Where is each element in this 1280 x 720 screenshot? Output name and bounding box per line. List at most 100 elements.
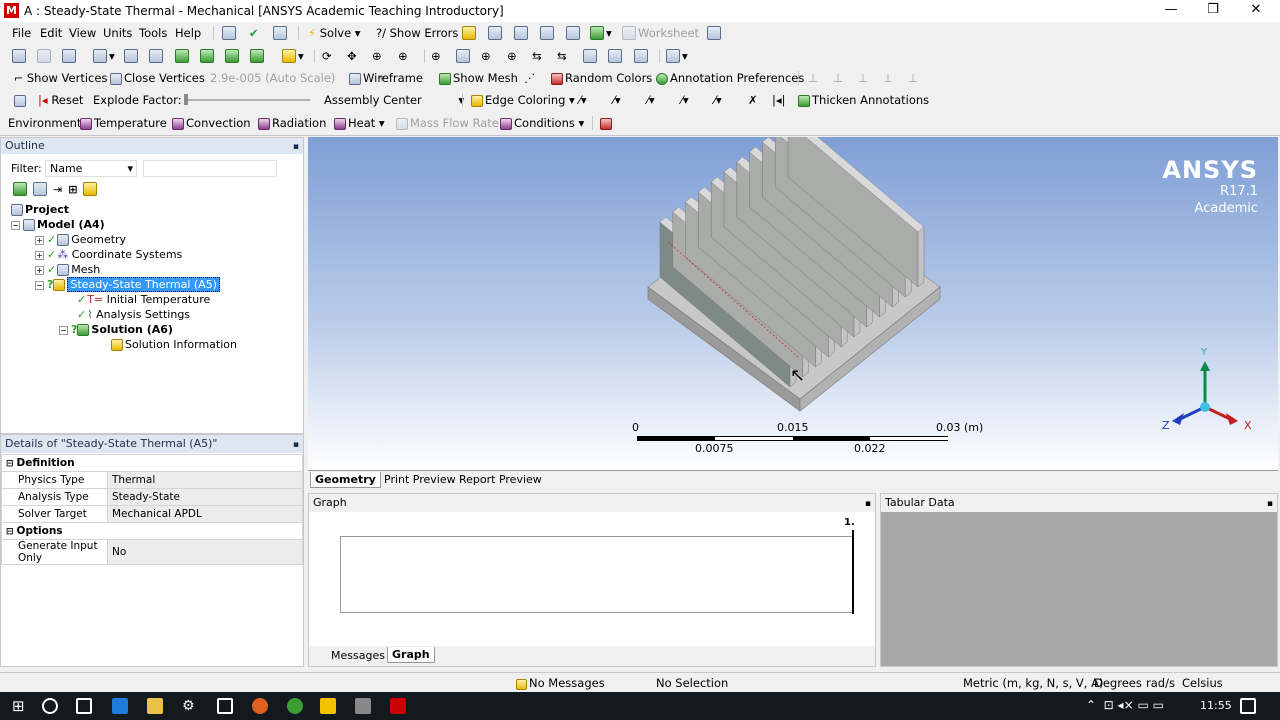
zoom-fit-icon[interactable]: ⊕ — [431, 48, 441, 64]
edge-tool-4-icon[interactable]: ⁄▾ — [681, 92, 689, 108]
chrome-icon[interactable] — [287, 698, 303, 714]
tree-icon[interactable] — [273, 25, 289, 41]
tab-print-preview[interactable]: Print Preview — [380, 472, 460, 488]
select-axes-icon[interactable] — [62, 48, 78, 64]
axes-icon[interactable]: ⋰ — [524, 70, 536, 86]
select-dropdown-icon[interactable]: ▾ — [93, 48, 115, 64]
node-select-icon[interactable] — [225, 48, 241, 64]
edge-tool-2-icon[interactable]: ⁄▾ — [613, 92, 621, 108]
pin-icon[interactable]: ▪ — [293, 139, 299, 155]
pin-icon[interactable]: ▪ — [865, 495, 871, 513]
settings-gear-icon[interactable]: ⚙ — [182, 698, 198, 714]
temperature-button[interactable]: Temperature — [80, 115, 167, 131]
details-row[interactable]: Generate Input Only No — [1, 539, 303, 565]
commands-icon[interactable] — [600, 115, 614, 131]
messages-status[interactable]: No Messages — [516, 676, 605, 690]
details-row[interactable]: Solver Target Mechanical APDL — [1, 505, 303, 523]
slider-handle[interactable] — [184, 94, 188, 105]
show-errors-button[interactable]: ?/ Show Errors — [376, 25, 458, 41]
expand-icon[interactable]: + — [35, 266, 44, 275]
store-icon[interactable] — [217, 698, 233, 714]
task-view-icon[interactable] — [76, 698, 92, 714]
details-row[interactable]: Analysis Type Steady-State — [1, 488, 303, 506]
collapse-icon[interactable]: − — [11, 221, 20, 230]
tag-icon[interactable] — [634, 48, 650, 64]
edge-coloring-button[interactable]: Edge Coloring ▾ — [471, 92, 575, 108]
folder-icon[interactable] — [83, 182, 98, 196]
tree-model[interactable]: − Model (A4) — [11, 217, 105, 232]
menu-file[interactable]: File — [12, 25, 31, 41]
tree-steady-state-thermal[interactable]: −? Steady-State Thermal (A5) — [35, 277, 220, 292]
solve-button[interactable]: ⚡ Solve ▾ — [308, 25, 361, 41]
print-icon[interactable] — [608, 48, 624, 64]
edit-icon[interactable] — [33, 182, 47, 196]
coordinate-triad[interactable] — [1158, 347, 1258, 437]
details-row[interactable]: Physics Type Thermal — [1, 471, 303, 489]
comment-icon[interactable] — [540, 25, 556, 41]
edge-select-icon[interactable] — [149, 48, 165, 64]
wireframe-button[interactable]: Wireframe — [349, 70, 423, 86]
text-icon[interactable] — [566, 25, 582, 41]
menu-edit[interactable]: Edit — [40, 25, 62, 41]
minimize-button[interactable]: — — [1150, 0, 1192, 22]
system-tray-icons[interactable]: ⌃ ⊡ ◂× ▭ ▭ — [1086, 698, 1164, 712]
tree-project[interactable]: Project — [11, 202, 69, 217]
tree-initial-temperature[interactable]: ✓T= Initial Temperature — [77, 292, 210, 307]
cortana-search-icon[interactable] — [42, 698, 58, 714]
rotate-icon[interactable]: ⟳ — [322, 48, 332, 64]
options-group[interactable]: ⊟ Options — [1, 522, 303, 540]
restore-button[interactable]: ❐ — [1192, 0, 1234, 22]
definition-group[interactable]: ⊟ Definition — [1, 454, 303, 472]
magnifier-icon[interactable]: ⊕ — [507, 48, 517, 64]
tree-solution[interactable]: −? Solution (A6) — [59, 322, 173, 337]
explode-factor-slider[interactable] — [186, 99, 310, 101]
show-mesh-button[interactable]: Show Mesh — [439, 70, 518, 86]
random-colors-button[interactable]: Random Colors — [551, 70, 652, 86]
face-select-icon[interactable] — [175, 48, 191, 64]
tab-graph[interactable]: Graph — [387, 647, 435, 663]
ansys-workbench-icon[interactable] — [320, 698, 336, 714]
add-icon[interactable]: ⊞ — [68, 183, 77, 196]
previous-view-icon[interactable]: ⇆ — [532, 48, 542, 64]
extend-icon[interactable]: ▾ — [282, 48, 304, 64]
collapse-icon[interactable]: − — [59, 326, 68, 335]
notifications-icon[interactable] — [1240, 698, 1256, 714]
next-view-icon[interactable]: ⇆ — [557, 48, 567, 64]
filter-search-input[interactable] — [143, 160, 277, 177]
expand-icon[interactable]: + — [35, 236, 44, 245]
assembly-center-dropdown[interactable]: Assembly Center ▾ — [324, 92, 464, 108]
filter-dropdown[interactable]: Name ▾ — [45, 160, 137, 177]
conditions-button[interactable]: Conditions ▾ — [500, 115, 584, 131]
select-point-icon[interactable] — [37, 48, 53, 64]
radiation-button[interactable]: Radiation — [258, 115, 326, 131]
graphics-viewport[interactable]: ANSYS R17.1 Academic ↖ 0 0.015 0.03 (m) … — [308, 137, 1278, 470]
expand-icon[interactable]: + — [35, 251, 44, 260]
expand-icon[interactable]: ⇥ — [53, 183, 62, 196]
zoom-box-icon[interactable] — [456, 48, 472, 64]
temperature-unit[interactable]: Celsius — [1182, 676, 1223, 690]
vertex-select-icon[interactable] — [124, 48, 140, 64]
command-icon[interactable] — [222, 25, 238, 41]
graph-plot-area[interactable] — [340, 536, 854, 613]
edge-tool-5-icon[interactable]: ⁄▾ — [714, 92, 722, 108]
report-icon[interactable] — [514, 25, 530, 41]
chart-icon[interactable] — [488, 25, 504, 41]
box-zoom-icon[interactable]: ⊕ — [398, 48, 408, 64]
help-pointer-icon[interactable] — [707, 25, 723, 41]
body-select-icon[interactable] — [200, 48, 216, 64]
refresh-icon[interactable] — [13, 182, 27, 196]
edge-tool-3-icon[interactable]: ⁄▾ — [647, 92, 655, 108]
edge-browser-icon[interactable] — [112, 698, 128, 714]
tab-report-preview[interactable]: Report Preview — [455, 472, 546, 488]
show-vertices-button[interactable]: ⌐ Show Vertices — [14, 70, 107, 86]
edge-tool-1-icon[interactable]: ⁄▾ — [579, 92, 587, 108]
tree-mesh[interactable]: + ✓ Mesh — [35, 262, 100, 277]
mechanical-taskbar-icon[interactable] — [390, 698, 406, 714]
pan-icon[interactable]: ✥ — [347, 48, 357, 64]
tree-geometry[interactable]: + ✓ Geometry — [35, 232, 126, 247]
edge-tool-7-icon[interactable]: |◂| — [772, 92, 786, 108]
tab-geometry[interactable]: Geometry — [310, 472, 381, 488]
thicken-annotations-button[interactable]: Thicken Annotations — [798, 92, 929, 108]
probe-icon[interactable] — [462, 25, 478, 41]
viewport-layout-icon[interactable]: ▾ — [666, 48, 688, 64]
